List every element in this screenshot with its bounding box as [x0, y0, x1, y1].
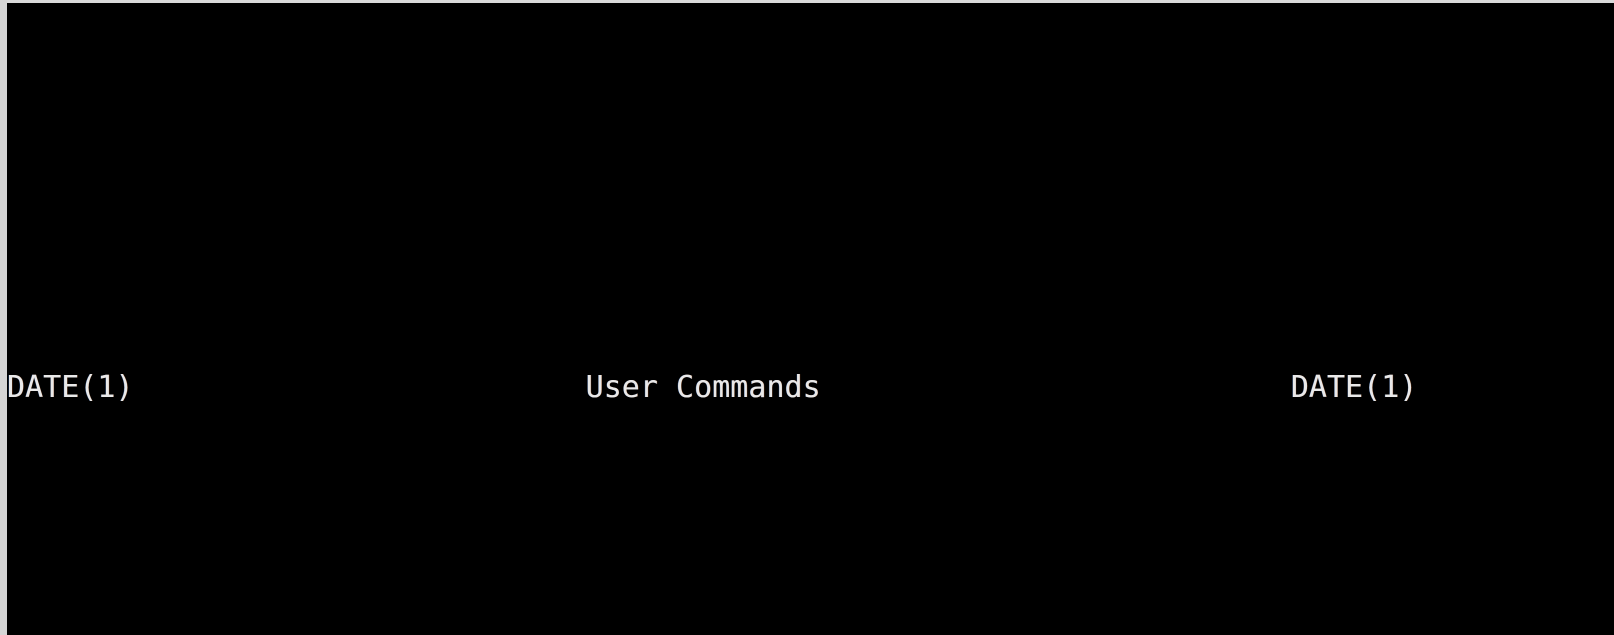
header-gap-right	[821, 370, 1291, 405]
man-page-content[interactable]: DATE(1) User Commands DATE(1) NAME date …	[7, 3, 1614, 635]
window-left-border	[0, 0, 7, 635]
terminal-window[interactable]: DATE(1) User Commands DATE(1) NAME date …	[0, 0, 1614, 635]
man-header-center: User Commands	[585, 369, 821, 405]
header-gap-left	[134, 370, 586, 405]
man-header-right: DATE(1)	[1290, 369, 1418, 405]
man-header-line: DATE(1) User Commands DATE(1)	[7, 368, 1614, 409]
man-header-left: DATE(1)	[7, 369, 134, 405]
